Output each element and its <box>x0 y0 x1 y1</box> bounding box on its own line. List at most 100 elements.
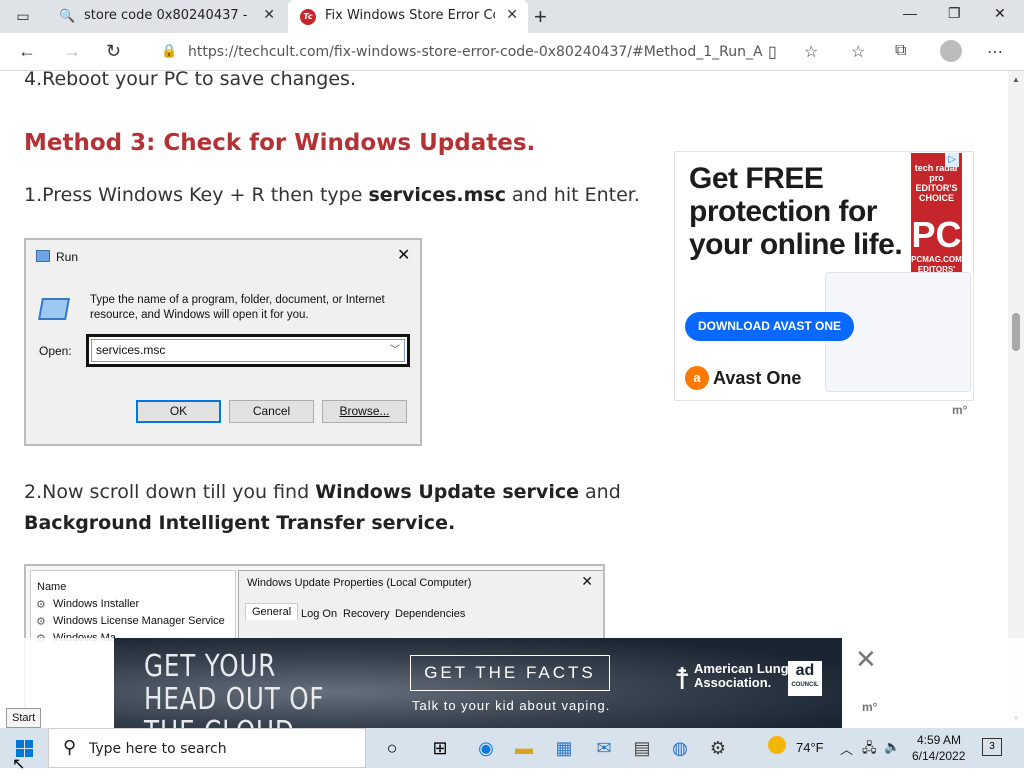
run-dialog-title: Run <box>56 250 79 264</box>
lung-cross-icon: ☨ <box>674 663 691 696</box>
avast-headline: Get FREE protection for your online life… <box>689 162 903 261</box>
minimize-button[interactable]: — <box>903 5 917 21</box>
cortana-icon[interactable]: ○ <box>380 736 404 760</box>
get-the-facts-button[interactable]: GET THE FACTS <box>410 655 610 691</box>
run-icon <box>36 250 50 262</box>
maximize-button[interactable]: ❐ <box>948 5 961 22</box>
avast-ad[interactable]: Get FREE protection for your online life… <box>674 151 974 401</box>
notifications-icon[interactable]: 3 <box>982 738 1002 756</box>
step2-bold2: Background Intelligent Transfer service. <box>24 512 456 534</box>
scroll-up-icon[interactable]: ▲ <box>1012 75 1020 84</box>
services-column-header: Name <box>37 581 67 593</box>
weather-icon[interactable] <box>768 736 786 754</box>
ad-council-text: ad <box>795 662 815 679</box>
adchoices-icon[interactable]: ▷ <box>945 153 959 167</box>
mail-icon[interactable]: ✉ <box>592 736 616 760</box>
browser-tab-bar: ▭ 🔍 store code 0x80240437 - Search ✕ Tc … <box>0 0 1024 33</box>
scroll-thumb[interactable] <box>1012 313 1020 351</box>
add-favorite-icon[interactable]: ☆ <box>804 42 818 62</box>
volume-icon[interactable]: 🔈 <box>884 739 900 755</box>
taskbar: ⚲ Type here to search ○ ⊞ ◉ ▬ ▦ ✉ ▤ ◍ ⚙ … <box>0 728 1024 768</box>
tab-label: store code 0x80240437 - Search <box>84 8 252 23</box>
tips-icon[interactable]: ◍ <box>668 736 692 760</box>
url-field[interactable]: 🔒 https://techcult.com/fix-windows-store… <box>147 37 827 67</box>
run-open-label: Open: <box>39 344 72 358</box>
favorites-icon[interactable]: ☆ <box>851 42 865 62</box>
windows-logo-icon <box>25 740 33 748</box>
refresh-icon[interactable]: ↻ <box>106 41 121 62</box>
run-input-highlight: services.msc ﹀ <box>86 334 410 367</box>
service-item: Windows License Manager Service <box>53 615 225 627</box>
vape-headline: GET YOUR HEAD OUT OF THE CLOUD <box>144 649 325 728</box>
props-tab-logon: Log On <box>301 608 338 620</box>
profile-avatar[interactable] <box>940 40 962 62</box>
step1-suffix: and hit Enter. <box>505 184 640 206</box>
method3-heading: Method 3: Check for Windows Updates. <box>24 130 536 156</box>
avast-logo-icon: a <box>685 366 709 390</box>
step2-mid: and <box>578 481 621 503</box>
step2-text-line2: Background Intelligent Transfer service. <box>24 512 455 534</box>
step2-text-line1: 2.Now scroll down till you find Windows … <box>24 481 621 503</box>
forward-icon[interactable]: → <box>63 41 81 62</box>
back-icon[interactable]: ← <box>18 41 36 62</box>
calculator-icon[interactable]: ▤ <box>630 736 654 760</box>
more-menu-icon[interactable]: ⋯ <box>987 42 1003 62</box>
clock-date[interactable]: 6/14/2022 <box>912 749 965 763</box>
run-input-value: services.msc <box>96 343 166 357</box>
reader-mode-icon[interactable]: ▯ <box>768 42 777 62</box>
run-dialog-image: Run ✕ Type the name of a program, folder… <box>24 238 422 446</box>
gear-icon: ⚙ <box>36 616 46 628</box>
address-bar-row: ← → ↻ 🔒 https://techcult.com/fix-windows… <box>0 33 1024 71</box>
network-icon[interactable]: 🖧 <box>862 739 877 761</box>
url-text[interactable]: https://techcult.com/fix-windows-store-e… <box>188 44 763 60</box>
tab-search[interactable]: 🔍 store code 0x80240437 - Search ✕ <box>47 0 285 33</box>
tab-label: Fix Windows Store Error Code 0x <box>325 8 495 23</box>
run-description: Type the name of a program, folder, docu… <box>90 294 385 321</box>
props-tab-dependencies: Dependencies <box>395 608 466 620</box>
collections-icon[interactable]: ⧉ <box>895 42 906 60</box>
clock-time[interactable]: 4:59 AM <box>917 733 961 747</box>
ad-network-logo[interactable]: m° <box>862 700 877 714</box>
service-item: Windows Installer <box>53 598 140 610</box>
new-tab-button[interactable]: + <box>534 4 547 30</box>
start-tooltip: Start <box>6 708 42 728</box>
file-explorer-icon[interactable]: ▬ <box>512 736 536 760</box>
run-ok-button: OK <box>136 400 221 423</box>
settings-gear-icon[interactable]: ⚙ <box>706 736 730 760</box>
mouse-cursor-icon: ↖ <box>12 756 26 773</box>
close-icon: ✕ <box>581 573 593 589</box>
chevron-up-icon[interactable]: ︿ <box>840 739 853 758</box>
store-icon[interactable]: ▦ <box>552 736 576 760</box>
vaping-ad[interactable]: GET YOUR HEAD OUT OF THE CLOUD GET THE F… <box>114 638 842 728</box>
run-browse-button: Browse... <box>322 400 407 423</box>
weather-temp[interactable]: 74°F <box>796 740 824 755</box>
search-icon: ⚲ <box>63 737 77 757</box>
edge-icon[interactable]: ◉ <box>474 736 498 760</box>
step1-text: 1.Press Windows Key + R then type servic… <box>24 184 640 206</box>
tab-techcult[interactable]: Tc Fix Windows Store Error Code 0x ✕ <box>288 0 528 33</box>
taskbar-search[interactable]: ⚲ Type here to search <box>48 728 366 768</box>
download-avast-button[interactable]: DOWNLOAD AVAST ONE <box>685 312 854 341</box>
props-tab-recovery: Recovery <box>343 608 390 620</box>
ad-council-logo: ad COUNCIL <box>788 661 822 696</box>
tab-actions-icon[interactable]: ▭ <box>12 6 34 26</box>
step2-bold1: Windows Update service <box>315 481 579 503</box>
lock-icon[interactable]: 🔒 <box>161 43 177 59</box>
vape-subtext: Talk to your kid about vaping. <box>412 698 611 713</box>
tc-icon: Tc <box>300 9 316 25</box>
close-window-button[interactable]: ✕ <box>994 5 1006 22</box>
windows-logo-icon <box>25 749 33 757</box>
close-tab-icon[interactable]: ✕ <box>506 7 518 23</box>
close-ad-icon[interactable]: ✕ <box>855 644 877 675</box>
step4-text: 4.Reboot your PC to save changes. <box>24 71 356 90</box>
step1-prefix: 1.Press Windows Key + R then type <box>24 184 369 206</box>
close-tab-icon[interactable]: ✕ <box>263 7 275 23</box>
search-icon: 🔍 <box>59 9 76 24</box>
ad-network-logo[interactable]: m° <box>952 403 967 417</box>
task-view-icon[interactable]: ⊞ <box>428 736 452 760</box>
close-icon: ✕ <box>397 247 411 264</box>
props-tab-general: General <box>245 603 299 620</box>
run-input: services.msc ﹀ <box>91 339 405 362</box>
page-scrollbar[interactable]: ▲ ▼ <box>1008 71 1024 728</box>
run-program-icon <box>38 298 70 320</box>
